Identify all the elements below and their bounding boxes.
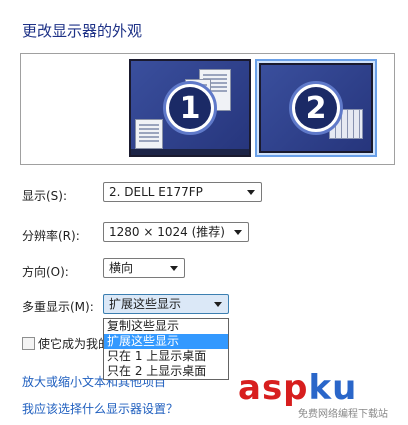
taskbar: [131, 149, 249, 155]
dropdown-option[interactable]: 只在 2 上显示桌面: [104, 364, 228, 379]
monitor-arrangement-area[interactable]: 1 2: [20, 53, 395, 165]
monitor-number: 1: [169, 87, 211, 129]
chevron-down-icon: [247, 190, 255, 195]
watermark-brand-main: asp: [238, 368, 309, 408]
watermark-logo: aspku 免费网络编程下载站: [238, 368, 406, 420]
resolution-select[interactable]: 1280 × 1024 (推荐): [103, 222, 249, 242]
monitor-number: 2: [295, 87, 337, 129]
resolution-select-value: 1280 × 1024 (推荐): [109, 225, 225, 239]
multi-display-select-value: 扩展这些显示: [109, 297, 182, 311]
window-thumbnail: [135, 119, 163, 149]
monitor-1[interactable]: 1: [129, 59, 251, 157]
orientation-label: 方向(O):: [22, 265, 69, 279]
display-label: 显示(S):: [22, 189, 68, 203]
watermark-tagline: 免费网络编程下载站: [298, 409, 388, 420]
orientation-select[interactable]: 横向: [103, 258, 185, 278]
resolution-label: 分辨率(R):: [22, 229, 80, 243]
main-display-checkbox[interactable]: [22, 337, 35, 350]
chevron-down-icon: [170, 266, 178, 271]
orientation-select-value: 横向: [109, 261, 134, 275]
monitor-number-badge: 1: [163, 81, 217, 135]
watermark-brand-suffix: ku: [308, 368, 358, 408]
dropdown-option[interactable]: 复制这些显示: [104, 319, 228, 334]
monitor-2-screen: 2: [259, 63, 373, 153]
page-title: 更改显示器的外观: [22, 22, 143, 40]
display-select-value: 2. DELL E177FP: [109, 185, 203, 199]
monitor-number-badge: 2: [289, 81, 343, 135]
multi-display-select[interactable]: 扩展这些显示: [103, 294, 229, 314]
dropdown-option[interactable]: 只在 1 上显示桌面: [104, 349, 228, 364]
chevron-down-icon: [214, 302, 222, 307]
watermark-brand: aspku: [238, 368, 357, 408]
monitor-1-screen: 1: [129, 59, 251, 157]
display-select[interactable]: 2. DELL E177FP: [103, 182, 262, 202]
multi-display-dropdown: 复制这些显示 扩展这些显示 只在 1 上显示桌面 只在 2 上显示桌面: [103, 318, 229, 380]
which-settings-link[interactable]: 我应该选择什么显示器设置？: [22, 400, 178, 417]
chevron-down-icon: [234, 230, 242, 235]
multi-display-label: 多重显示(M):: [22, 300, 94, 314]
dropdown-option-highlighted[interactable]: 扩展这些显示: [104, 334, 228, 349]
monitor-2[interactable]: 2: [255, 59, 377, 157]
